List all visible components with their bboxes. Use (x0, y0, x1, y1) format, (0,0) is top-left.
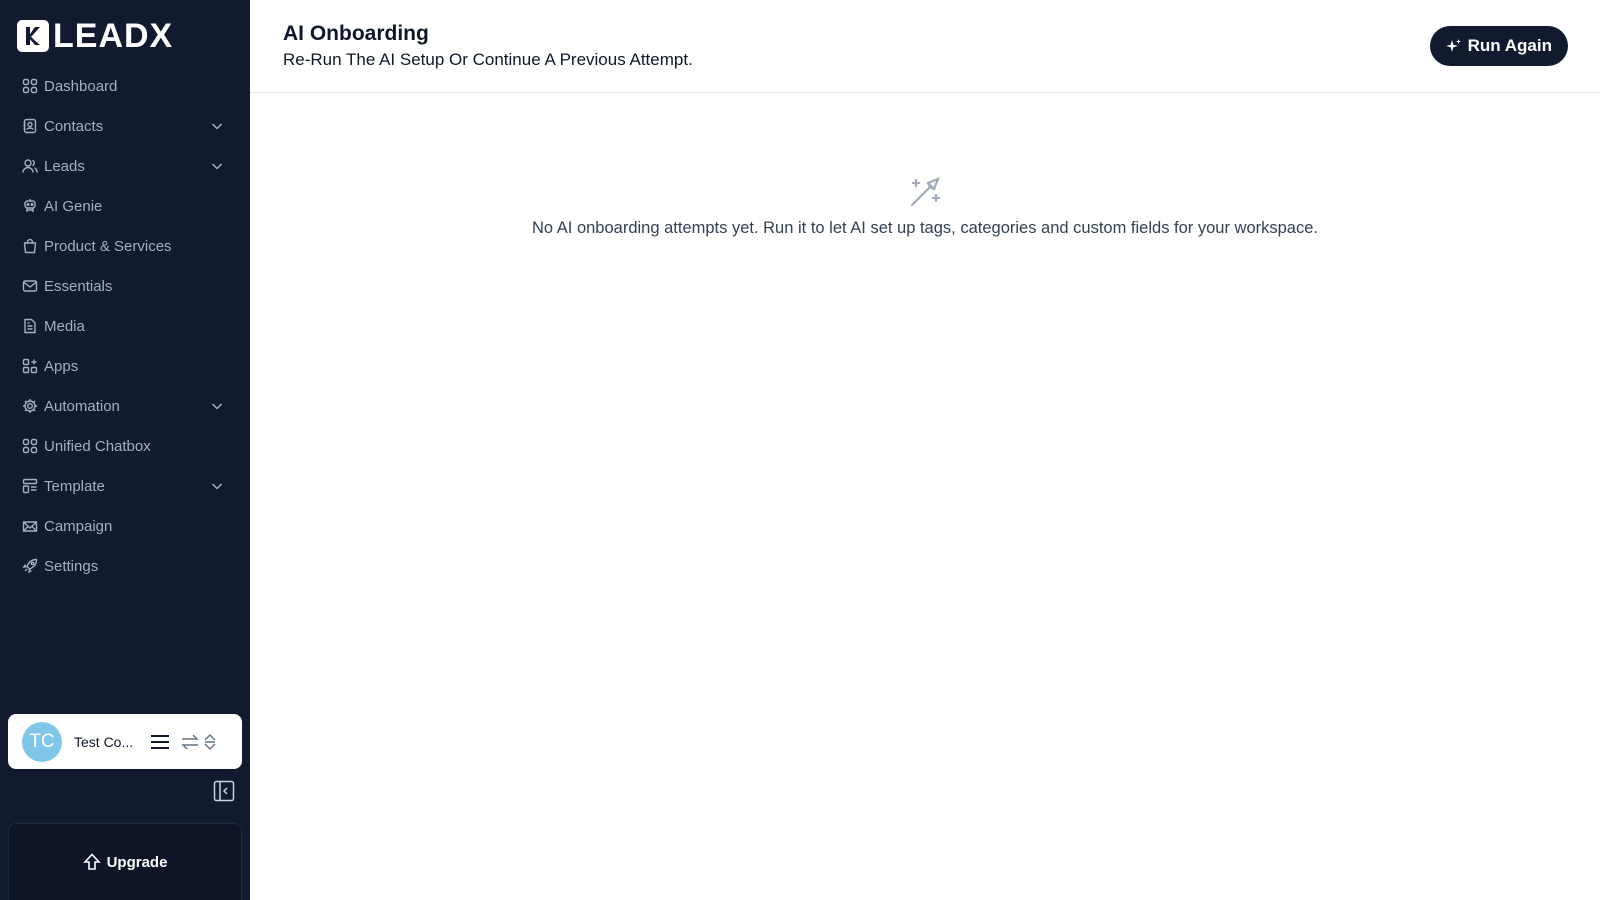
sidebar-item-label: Template (44, 477, 105, 495)
sidebar-item-product-services[interactable]: Product & Services (12, 226, 238, 266)
shopping-bag-icon (22, 238, 38, 254)
sidebar-item-label: Apps (44, 357, 79, 375)
robot-icon (22, 198, 38, 214)
sidebar-item-label: Leads (44, 157, 85, 175)
chevron-down-icon[interactable] (210, 399, 224, 413)
sidebar-item-label: AI Genie (44, 197, 103, 215)
collapse-sidebar-icon[interactable] (213, 780, 235, 802)
file-icon (22, 318, 38, 334)
sidebar-nav: Dashboard Contacts Leads AI Genie Produc… (12, 66, 238, 586)
page-title: AI Onboarding (283, 22, 429, 45)
apps-icon (22, 358, 38, 374)
upgrade-label: Upgrade (106, 853, 168, 871)
sidebar-item-dashboard[interactable]: Dashboard (12, 66, 238, 106)
sidebar-item-label: Settings (44, 557, 99, 575)
magic-wand-icon (908, 175, 942, 209)
sidebar-item-template[interactable]: Template (12, 466, 238, 506)
rocket-icon (22, 558, 38, 574)
sparkles-icon (1445, 38, 1462, 54)
sidebar-item-label: Product & Services (44, 237, 172, 255)
sidebar-item-unified-chatbox[interactable]: Unified Chatbox (12, 426, 238, 466)
sidebar-item-label: Campaign (44, 517, 113, 535)
sidebar-item-essentials[interactable]: Essentials (12, 266, 238, 306)
account-name: Test Co... (74, 733, 134, 750)
chevron-down-icon[interactable] (210, 479, 224, 493)
sidebar-item-media[interactable]: Media (12, 306, 238, 346)
sidebar-item-campaign[interactable]: Campaign (12, 506, 238, 546)
run-again-button[interactable]: Run Again (1429, 26, 1568, 66)
run-again-label: Run Again (1467, 36, 1552, 55)
sidebar-item-ai-genie[interactable]: AI Genie (12, 186, 238, 226)
template-icon (22, 478, 38, 494)
menu-icon[interactable] (150, 733, 170, 751)
sidebar-item-label: Dashboard (44, 77, 118, 95)
upgrade-button[interactable]: Upgrade (8, 823, 242, 900)
page-subtitle: Re-Run The AI Setup Or Continue A Previo… (283, 50, 693, 69)
logo-mark-icon (17, 20, 49, 52)
contact-card-icon (22, 118, 38, 134)
envelope-open-icon (22, 518, 38, 534)
sidebar-item-leads[interactable]: Leads (12, 146, 238, 186)
sidebar-item-label: Unified Chatbox (44, 437, 151, 455)
sidebar-item-label: Media (44, 317, 85, 335)
users-icon (22, 158, 38, 174)
chevron-down-icon[interactable] (210, 119, 224, 133)
empty-state-message: No AI onboarding attempts yet. Run it to… (532, 219, 1318, 237)
upgrade-arrow-icon (82, 853, 101, 871)
brand-logo[interactable]: LEADX (17, 17, 174, 55)
grid-icon (22, 78, 38, 94)
page-header: AI Onboarding Re-Run The AI Setup Or Con… (250, 0, 1600, 93)
brand-name: LEADX (53, 17, 174, 55)
mail-icon (22, 278, 38, 294)
sidebar-item-apps[interactable]: Apps (12, 346, 238, 386)
grid-icon (22, 438, 38, 454)
chevron-down-icon[interactable] (210, 159, 224, 173)
sidebar-item-settings[interactable]: Settings (12, 546, 238, 586)
sidebar-item-label: Automation (44, 397, 120, 415)
empty-state: No AI onboarding attempts yet. Run it to… (250, 175, 1600, 238)
avatar: TC (22, 721, 62, 762)
sidebar-item-contacts[interactable]: Contacts (12, 106, 238, 146)
chevron-up-down-icon[interactable] (202, 733, 218, 751)
sidebar: LEADX Dashboard Contacts Leads AI Genie … (0, 0, 250, 900)
sidebar-item-label: Essentials (44, 277, 113, 295)
gear-icon (22, 398, 38, 414)
switch-arrows-icon[interactable] (180, 733, 200, 751)
sidebar-item-automation[interactable]: Automation (12, 386, 238, 426)
sidebar-item-label: Contacts (44, 117, 104, 135)
account-switcher[interactable]: TC Test Co... (8, 714, 242, 769)
